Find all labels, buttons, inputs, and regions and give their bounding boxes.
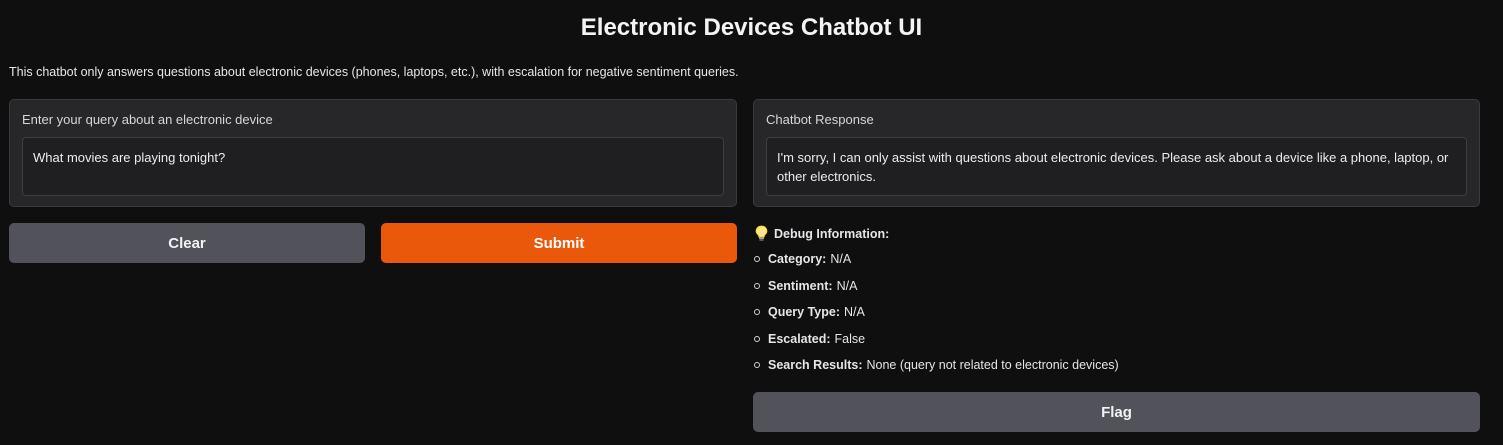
debug-information: Debug Information: Category: N/A Sentime…	[754, 225, 1119, 379]
bullet-icon	[754, 362, 760, 369]
query-input-label: Enter your query about an electronic dev…	[22, 112, 273, 127]
clear-button[interactable]: Clear	[9, 223, 365, 263]
bullet-icon	[754, 256, 760, 263]
response-output: I'm sorry, I can only assist with questi…	[766, 137, 1467, 196]
response-panel: Chatbot Response I'm sorry, I can only a…	[753, 99, 1480, 207]
debug-value: N/A	[830, 252, 852, 267]
query-input[interactable]: What movies are playing tonight?	[22, 137, 724, 196]
debug-item-escalated: Escalated: False	[754, 326, 1119, 353]
debug-value: N/A	[836, 278, 858, 293]
debug-key: Search Results:	[768, 358, 863, 373]
debug-heading-text: Debug Information:	[774, 226, 890, 241]
debug-item-sentiment: Sentiment: N/A	[754, 273, 1119, 300]
debug-value: False	[834, 331, 866, 346]
response-label: Chatbot Response	[766, 112, 874, 127]
debug-value: N/A	[844, 305, 865, 320]
query-input-panel: Enter your query about an electronic dev…	[9, 99, 737, 207]
debug-item-search-results: Search Results: None (query not related …	[754, 352, 1119, 379]
debug-key: Sentiment:	[768, 278, 833, 293]
page-description: This chatbot only answers questions abou…	[9, 65, 739, 79]
bullet-icon	[754, 309, 760, 316]
debug-item-category: Category: N/A	[754, 246, 1119, 273]
debug-heading: Debug Information:	[754, 225, 1119, 242]
bullet-icon	[754, 282, 760, 289]
debug-item-query-type: Query Type: N/A	[754, 299, 1119, 326]
debug-list: Category: N/A Sentiment: N/A Query Type:…	[754, 246, 1119, 379]
submit-button[interactable]: Submit	[381, 223, 737, 263]
flag-button[interactable]: Flag	[753, 392, 1480, 432]
debug-key: Query Type:	[768, 305, 841, 320]
debug-value: None (query not related to electronic de…	[866, 358, 1119, 373]
debug-key: Category:	[768, 252, 827, 267]
lightbulb-icon	[755, 225, 768, 241]
bullet-icon	[754, 335, 760, 342]
page-title: Electronic Devices Chatbot UI	[580, 14, 923, 41]
debug-key: Escalated:	[768, 331, 831, 346]
